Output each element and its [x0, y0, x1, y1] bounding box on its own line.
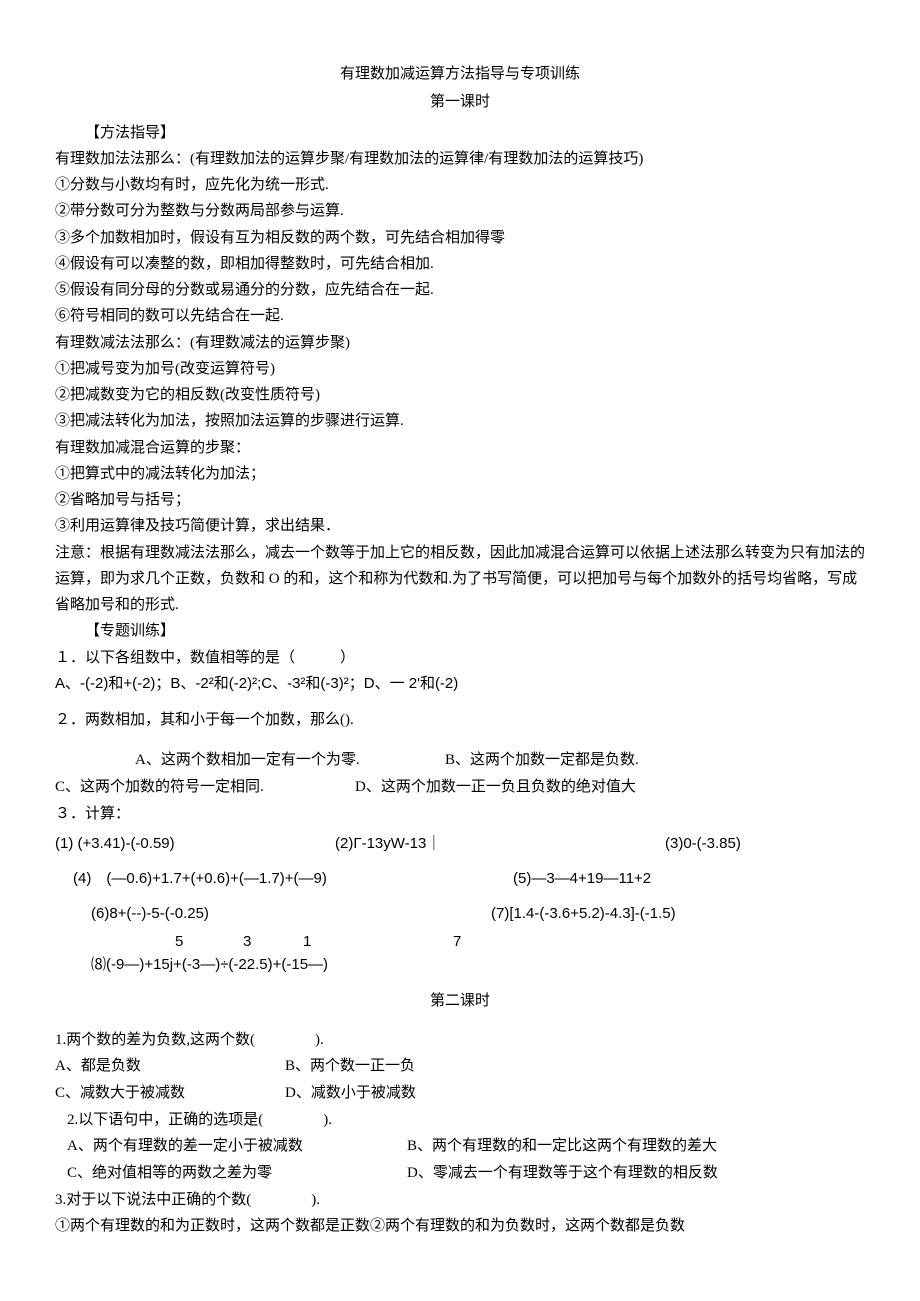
- question-2-option-d: D、这两个加数一正一负且负数的绝对值大: [355, 774, 636, 801]
- question-2: ２．两数相加，其和小于每一个加数，那么().: [55, 707, 865, 733]
- section-train-heading: 【专题训练】: [55, 618, 865, 644]
- s2-question-3: 3.对于以下说法中正确的个数( ).: [55, 1187, 865, 1213]
- question-2-option-a: A、这两个数相加一定有一个为零.: [135, 747, 445, 774]
- s2q1-option-a: A、都是负数: [55, 1053, 285, 1080]
- s2-question-3-line1: ①两个有理数的和为正数时，这两个数都是正数②两个有理数的和为负数时，这两个数都是…: [55, 1213, 865, 1239]
- s2q1-option-c: C、减数大于被减数: [55, 1080, 285, 1107]
- question-1-options: A、-(-2)和+(-2)；B、-2²和(-2)²;C、-3²和(-3)²；D、…: [55, 671, 865, 697]
- method-line-16: 注意：根据有理数减法法那么，减去一个数等于加上它的相反数，因此加减混合运算可以依…: [55, 540, 865, 619]
- q3-8-frac-c: 1: [303, 933, 453, 951]
- method-line-6: ⑤假设有同分母的分数或易通分的分数，应先结合在一起.: [55, 277, 865, 303]
- q3-item-1: (1) (+3.41)-(-0.59): [55, 830, 335, 857]
- q3-item-8: ⑻(-9—)+15j+(-3—)÷(-22.5)+(-15—): [55, 951, 865, 978]
- q3-item-4: (4) (—0.6)+1.7+(+0.6)+(—1.7)+(—9): [73, 865, 513, 892]
- method-line-3: ②带分数可分为整数与分数两局部参与运算.: [55, 198, 865, 224]
- s2q1-option-b: B、两个数一正一负: [285, 1053, 415, 1080]
- q3-item-5: (5)—3—4+19—11+2: [513, 865, 651, 892]
- method-line-7: ⑥符号相同的数可以先结合在一起.: [55, 303, 865, 329]
- lesson-1-heading: 第一课时: [55, 89, 865, 116]
- s2q2-option-b: B、两个有理数的和一定比这两个有理数的差大: [407, 1133, 717, 1160]
- method-line-15: ③利用运算律及技巧简便计算，求出结果．: [55, 513, 865, 539]
- question-1: １．以下各组数中，数值相等的是（ ）: [55, 645, 865, 671]
- method-line-2: ①分数与小数均有时，应先化为统一形式.: [55, 172, 865, 198]
- q3-item-2: (2)Γ-13yW-13｜: [335, 830, 665, 857]
- q3-8-frac-d: 7: [453, 933, 461, 951]
- q3-item-7: (7)[1.4-(-3.6+5.2)-4.3]-(-1.5): [491, 900, 676, 927]
- s2-question-1: 1.两个数的差为负数,这两个数( ).: [55, 1027, 865, 1053]
- s2q1-option-d: D、减数小于被减数: [285, 1080, 416, 1107]
- lesson-2-heading: 第二课时: [55, 988, 865, 1015]
- s2q2-option-c: C、绝对值相等的两数之差为零: [67, 1160, 407, 1187]
- method-line-14: ②省略加号与括号；: [55, 487, 865, 513]
- method-line-1: 有理数加法法那么：(有理数加法的运算步聚/有理数加法的运算律/有理数加法的运算技…: [55, 146, 865, 172]
- question-3: ３．计算：: [55, 801, 865, 827]
- method-line-12: 有理数加减混合运算的步聚：: [55, 435, 865, 461]
- method-line-8: 有理数减法法那么：(有理数减法的运算步聚): [55, 330, 865, 356]
- method-line-5: ④假设有可以凑整的数，即相加得整数时，可先结合相加.: [55, 251, 865, 277]
- q3-8-frac-a: 5: [175, 933, 243, 951]
- document-title: 有理数加减运算方法指导与专项训练: [55, 60, 865, 89]
- q3-item-3: (3)0-(-3.85): [665, 830, 741, 857]
- question-2-option-b: B、这两个加数一定都是负数.: [445, 747, 639, 774]
- s2q2-option-d: D、零减去一个有理数等于这个有理数的相反数: [407, 1160, 718, 1187]
- method-line-4: ③多个加数相加时，假设有互为相反数的两个数，可先结合相加得零: [55, 225, 865, 251]
- question-2-option-c: C、这两个加数的符号一定相同.: [55, 774, 355, 801]
- section-method-heading: 【方法指导】: [55, 120, 865, 146]
- method-line-13: ①把算式中的减法转化为加法；: [55, 461, 865, 487]
- s2q2-option-a: A、两个有理数的差一定小于被减数: [67, 1133, 407, 1160]
- s2-question-2: 2.以下语句中，正确的选项是( ).: [55, 1107, 865, 1133]
- method-line-9: ①把减号变为加号(改变运算符号): [55, 356, 865, 382]
- method-line-10: ②把减数变为它的相反数(改变性质符号): [55, 382, 865, 408]
- q3-8-frac-b: 3: [243, 933, 303, 951]
- q3-item-6: (6)8+(--)-5-(-0.25): [91, 900, 491, 927]
- method-line-11: ③把减法转化为加法，按照加法运算的步骤进行运算.: [55, 408, 865, 434]
